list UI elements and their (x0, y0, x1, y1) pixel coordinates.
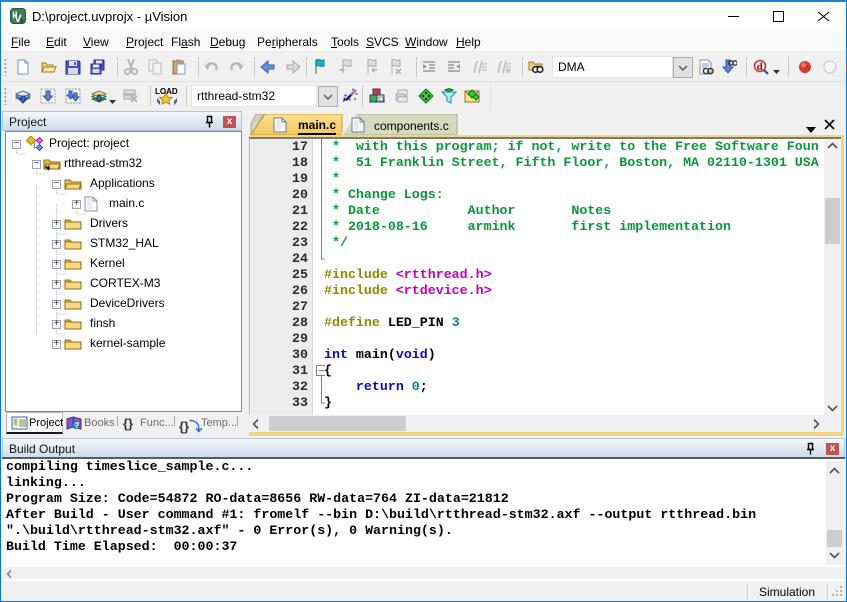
svg-text:s: s (20, 18, 24, 25)
svg-text:d: d (757, 61, 763, 73)
svg-text:?: ? (75, 421, 80, 430)
